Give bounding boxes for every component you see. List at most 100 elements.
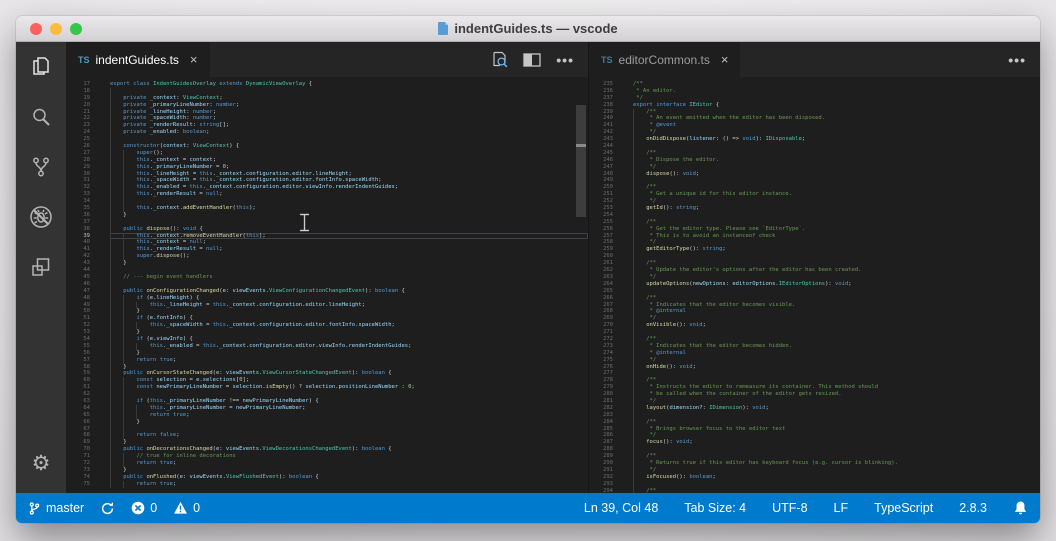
code-line[interactable]: 271 — [589, 329, 1040, 336]
code-line[interactable]: 31 this._spaceWidth = this._context.conf… — [66, 177, 588, 185]
split-editor-icon[interactable] — [523, 52, 541, 67]
code-line[interactable]: 250 /** — [589, 184, 1040, 192]
code-line[interactable]: 266 /** — [589, 294, 1040, 302]
status-item[interactable]: 2.8.3 — [959, 501, 987, 515]
code-line[interactable]: 55 this._enabled = this._context.configu… — [66, 342, 588, 350]
code-editor-indentguides[interactable]: 17 export class IndentGuidesOverlay exten… — [66, 77, 588, 493]
code-line[interactable]: 242 */ — [589, 129, 1040, 137]
errors-status[interactable]: 0 — [131, 501, 157, 515]
code-line[interactable]: 43 } — [66, 260, 588, 268]
code-line[interactable]: 253 getId(): string; — [589, 205, 1040, 212]
code-line[interactable]: 21 private _lineHeight: number; — [66, 108, 588, 116]
status-item[interactable]: TypeScript — [874, 501, 933, 515]
sidebar-item-search[interactable] — [16, 92, 66, 142]
code-line[interactable]: 66 } — [66, 418, 588, 426]
sidebar-item-extensions[interactable] — [16, 242, 66, 292]
code-line[interactable]: 65 return true; — [66, 411, 588, 419]
code-line[interactable]: 281 */ — [589, 397, 1040, 405]
code-line[interactable]: 288 — [589, 446, 1040, 454]
code-line[interactable]: 32 this._enabled = this._context.configu… — [66, 184, 588, 192]
sidebar-item-source-control[interactable] — [16, 142, 66, 192]
code-line[interactable]: 35 this._context.addEventHandler(this); — [66, 205, 588, 212]
sync-status[interactable] — [100, 501, 115, 516]
code-line[interactable]: 67 — [66, 425, 588, 433]
code-line[interactable]: 293 — [589, 480, 1040, 488]
code-line[interactable]: 291 */ — [589, 466, 1040, 474]
notifications-bell[interactable] — [1013, 500, 1028, 516]
code-line[interactable]: 247 */ — [589, 163, 1040, 171]
code-line[interactable]: 69 } — [66, 439, 588, 447]
code-line[interactable]: 269 */ — [589, 315, 1040, 323]
code-line[interactable]: 58 } — [66, 363, 588, 371]
status-item[interactable]: Ln 39, Col 48 — [584, 501, 658, 515]
code-line[interactable]: 239 /** — [589, 108, 1040, 116]
scrollbar-slider[interactable] — [576, 105, 586, 217]
code-line[interactable]: 74 public onFlushed(e: viewEvents.ViewFl… — [66, 473, 588, 481]
code-line[interactable]: 60 const selection = e.selections[0]; — [66, 377, 588, 385]
code-line[interactable]: 248 dispose(): void; — [589, 170, 1040, 178]
code-line[interactable]: 49 this._lineHeight = this._context.conf… — [66, 301, 588, 309]
code-line[interactable]: 45 // --- begin event handlers — [66, 273, 588, 281]
code-line[interactable]: 33 this._renderResult = null; — [66, 191, 588, 199]
code-line[interactable]: 48 if (e.lineHeight) { — [66, 294, 588, 302]
code-line[interactable]: 36 } — [66, 211, 588, 219]
code-line[interactable]: 63 if (this._primaryLineNumber !== newPr… — [66, 397, 588, 405]
search-editor-icon[interactable] — [491, 51, 508, 68]
code-line[interactable]: 289 /** — [589, 453, 1040, 460]
code-line[interactable]: 17 export class IndentGuidesOverlay exten… — [66, 81, 588, 88]
code-line[interactable]: 251 * Get a unique id for this editor in… — [589, 191, 1040, 199]
code-line[interactable]: 39 this._context.removeEventHandler(this… — [66, 232, 588, 240]
code-line[interactable]: 254 — [589, 211, 1040, 219]
code-line[interactable]: 243 onDidDispose(listener: () => void): … — [589, 136, 1040, 144]
sidebar-item-debug[interactable] — [16, 192, 66, 242]
code-line[interactable]: 261 /** — [589, 260, 1040, 268]
code-line[interactable]: 294 /** — [589, 487, 1040, 493]
code-line[interactable]: 68 return false; — [66, 432, 588, 440]
code-line[interactable]: 278 /** — [589, 377, 1040, 385]
code-line[interactable]: 53 } — [66, 329, 588, 336]
code-line[interactable]: 240 * An event emitted when the editor h… — [589, 115, 1040, 123]
code-line[interactable]: 30 this._lineHeight = this._context.conf… — [66, 170, 588, 178]
code-line[interactable]: 71 // true for inline decorations — [66, 453, 588, 460]
code-line[interactable]: 259 getEditorType(): string; — [589, 246, 1040, 254]
tab-editorcommon[interactable]: TS editorCommon.ts × — [589, 42, 741, 77]
code-line[interactable]: 50 } — [66, 308, 588, 316]
code-line[interactable]: 73 } — [66, 466, 588, 474]
code-line[interactable]: 267 * Indicates that the editor becomes … — [589, 301, 1040, 309]
code-line[interactable]: 260 — [589, 253, 1040, 261]
code-line[interactable]: 52 this._spaceWidth = this._context.conf… — [66, 322, 588, 330]
close-tab-icon[interactable]: × — [721, 53, 729, 66]
code-line[interactable]: 273 * Indicates that the editor becomes … — [589, 342, 1040, 350]
more-actions-icon[interactable]: ••• — [1008, 52, 1026, 68]
code-line[interactable]: 19 private _context: ViewContext; — [66, 94, 588, 102]
code-line[interactable]: 272 /** — [589, 335, 1040, 343]
code-line[interactable]: 277 — [589, 370, 1040, 378]
code-line[interactable]: 292 isFocused(): boolean; — [589, 473, 1040, 481]
code-line[interactable]: 18 — [66, 87, 588, 95]
code-line[interactable]: 47 public onConfigurationChanged(e: view… — [66, 287, 588, 295]
code-line[interactable]: 46 — [66, 280, 588, 288]
code-line[interactable]: 24 private _enabled: boolean; — [66, 129, 588, 137]
code-line[interactable]: 238 export interface IEditor { — [589, 102, 1040, 109]
code-line[interactable]: 26 constructor(context: ViewContext) { — [66, 143, 588, 150]
code-line[interactable]: 237 */ — [589, 95, 1040, 102]
code-line[interactable]: 276 onHide(): void; — [589, 363, 1040, 371]
code-line[interactable]: 241 * @event — [589, 122, 1040, 130]
code-line[interactable]: 286 */ — [589, 432, 1040, 440]
code-line[interactable]: 25 — [66, 136, 588, 144]
code-line[interactable]: 42 super.dispose(); — [66, 253, 588, 261]
code-line[interactable]: 28 this._context = context; — [66, 156, 588, 164]
code-line[interactable]: 263 */ — [589, 273, 1040, 281]
code-line[interactable]: 264 updateOptions(newOptions: editorOpti… — [589, 280, 1040, 288]
git-branch-status[interactable]: master — [28, 501, 84, 516]
code-line[interactable]: 284 /** — [589, 418, 1040, 426]
code-line[interactable]: 75 return true; — [66, 480, 588, 488]
code-line[interactable]: 38 public dispose(): void { — [66, 225, 588, 233]
code-line[interactable]: 70 public onDecorationsChanged(e: viewEv… — [66, 446, 588, 454]
code-line[interactable]: 236 * An editor. — [589, 88, 1040, 95]
code-line[interactable]: 265 — [589, 287, 1040, 295]
code-line[interactable]: 287 focus(): void; — [589, 439, 1040, 447]
code-line[interactable]: 72 return true; — [66, 459, 588, 467]
more-actions-icon[interactable]: ••• — [556, 52, 574, 68]
settings-gear-icon[interactable]: ⚙ — [16, 443, 66, 493]
